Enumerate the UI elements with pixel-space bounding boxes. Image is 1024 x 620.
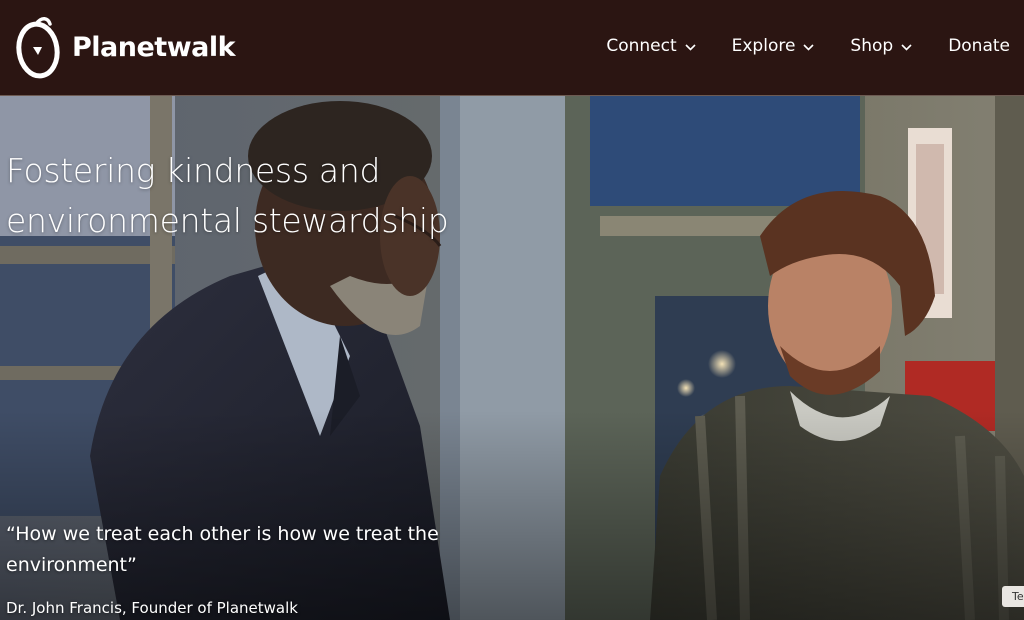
headline-line: environmental stewardship <box>6 201 449 240</box>
nav-item-label: Shop <box>850 36 894 56</box>
nav-item-connect[interactable]: Connect <box>606 36 696 56</box>
quote-line: “How we treat each other is how we treat… <box>6 523 439 545</box>
nav-item-label: Donate <box>948 36 1010 56</box>
chevron-down-icon <box>685 36 696 56</box>
nav-item-label: Connect <box>606 36 677 56</box>
headline-line: Fostering kindness and <box>6 151 381 190</box>
side-tab-button[interactable]: Te <box>1002 586 1024 607</box>
quote-attribution: Dr. John Francis, Founder of Planetwalk <box>6 599 298 617</box>
hero-quote: “How we treat each other is how we treat… <box>6 519 506 581</box>
main-nav: Connect Explore Shop Donate <box>570 36 1010 56</box>
nav-item-donate[interactable]: Donate <box>948 36 1010 56</box>
nav-item-label: Explore <box>731 36 796 56</box>
nav-item-explore[interactable]: Explore <box>732 36 815 56</box>
quote-line: environment” <box>6 554 137 576</box>
nav-item-shop[interactable]: Shop <box>850 36 912 56</box>
planetwalk-logo-icon <box>14 12 64 82</box>
home-logo-link[interactable]: Planetwalk <box>14 12 236 82</box>
chevron-down-icon <box>803 36 814 56</box>
site-header: Planetwalk Connect Explore Shop Donate <box>0 0 1024 95</box>
brand-name: Planetwalk <box>72 31 236 63</box>
hero-headline: Fostering kindness and environmental ste… <box>6 146 526 246</box>
chevron-down-icon <box>901 36 912 56</box>
